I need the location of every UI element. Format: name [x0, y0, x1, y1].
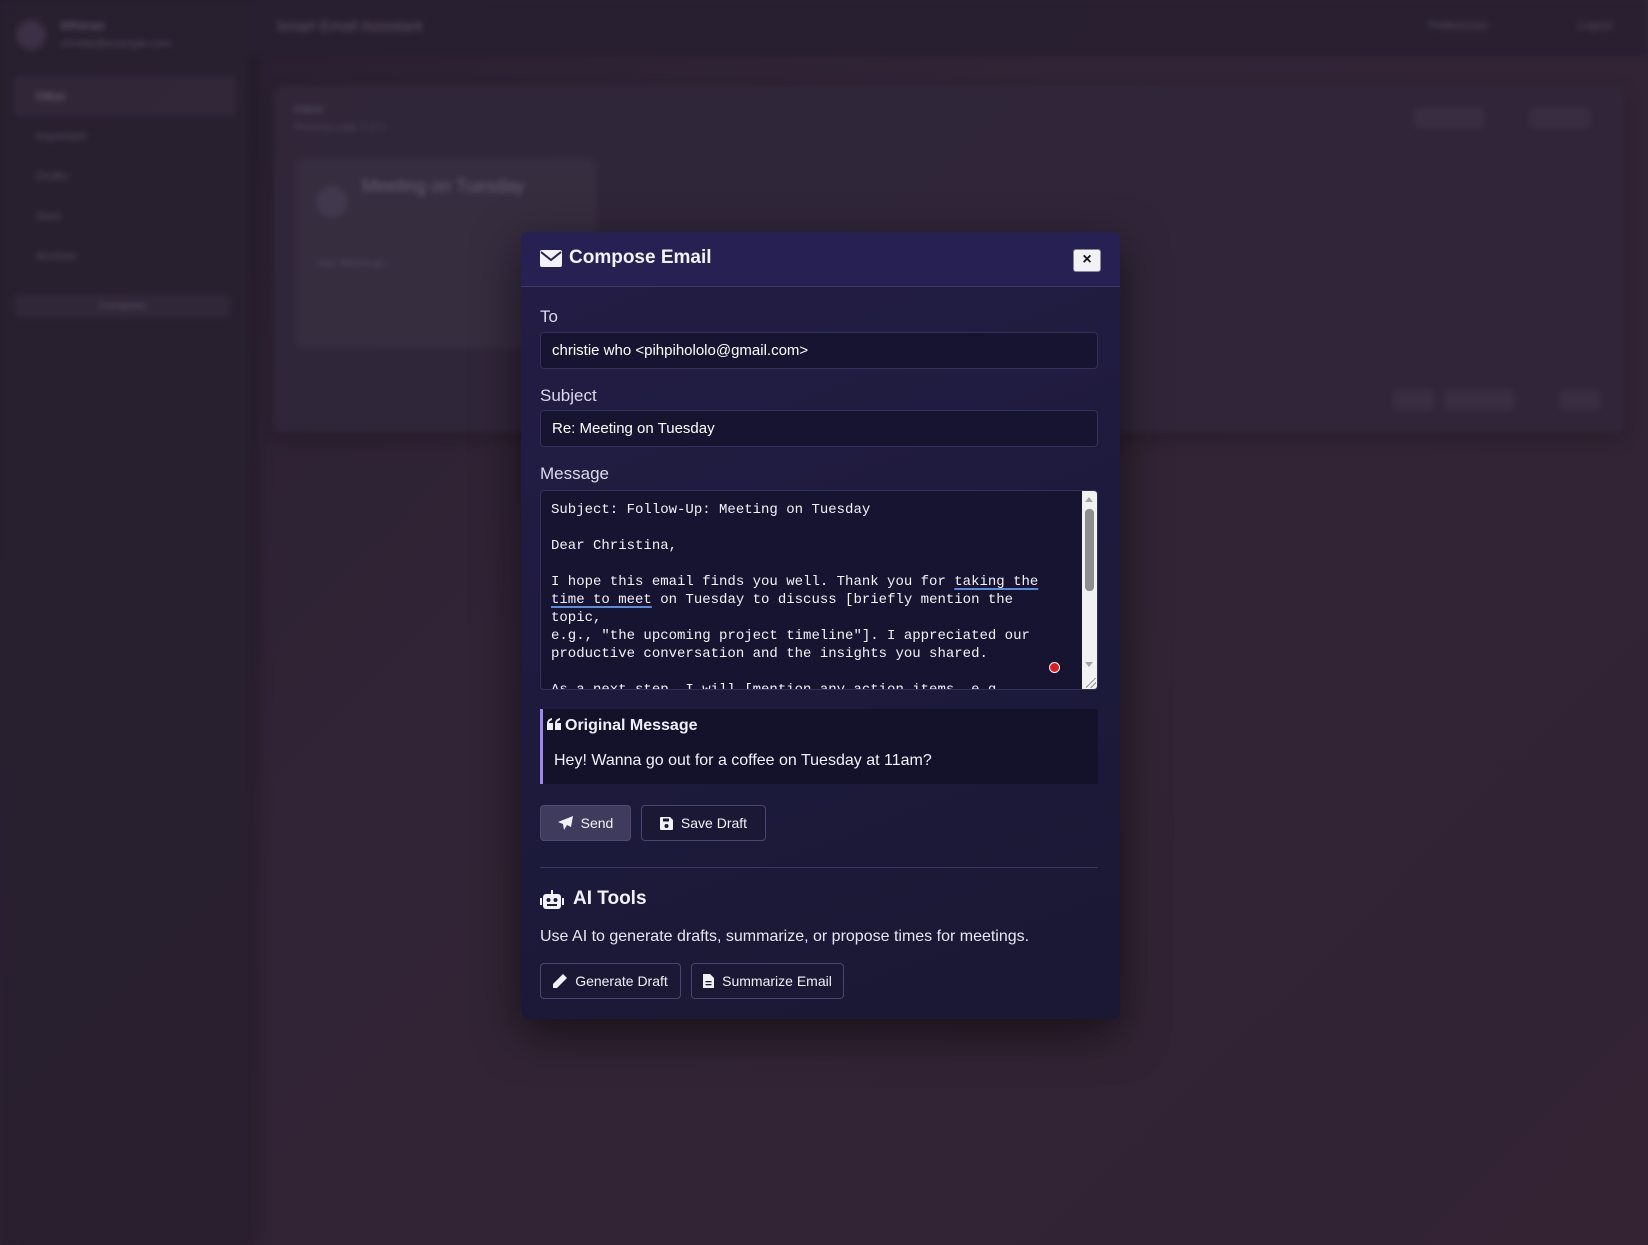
message-subject-line: Subject: Follow-Up: Meeting on Tuesday	[551, 502, 871, 518]
resize-handle[interactable]	[1086, 678, 1096, 688]
robot-icon	[540, 890, 564, 909]
save-draft-label: Save Draft	[680, 815, 748, 831]
message-scrollbar[interactable]	[1082, 491, 1097, 689]
document-icon	[703, 974, 715, 988]
close-button[interactable]: ×	[1073, 249, 1101, 272]
grammar-suggestion[interactable]: taking the	[954, 574, 1038, 590]
save-icon	[659, 816, 673, 830]
message-textarea[interactable]: Subject: Follow-Up: Meeting on Tuesday D…	[540, 490, 1098, 690]
grammar-indicator-icon[interactable]	[1049, 662, 1060, 673]
divider	[540, 867, 1098, 868]
send-icon	[557, 816, 573, 830]
modal-title: Compose Email	[569, 247, 712, 268]
compose-modal: Compose Email × To christie who <pihpiho…	[521, 232, 1120, 1019]
scroll-thumb[interactable]	[1085, 509, 1094, 591]
subject-label: Subject	[540, 386, 597, 405]
original-message-body: Hey! Wanna go out for a coffee on Tuesda…	[554, 752, 932, 769]
original-message: Original Message Hey! Wanna go out for a…	[540, 709, 1098, 784]
message-paragraph-1a: I hope this email finds you well. Thank …	[551, 574, 955, 590]
save-draft-button[interactable]: Save Draft	[641, 805, 766, 841]
envelope-icon	[540, 250, 562, 267]
message-body: Subject: Follow-Up: Meeting on Tuesday D…	[551, 501, 1071, 690]
ai-tools-title: AI Tools	[573, 888, 647, 909]
modal-header: Compose Email ×	[521, 232, 1120, 287]
to-field[interactable]: christie who <pihpihololo@gmail.com>	[540, 332, 1098, 369]
message-greeting: Dear Christina,	[551, 538, 678, 554]
scroll-down-arrow-icon[interactable]	[1085, 662, 1093, 667]
grammar-suggestion[interactable]: time to meet	[551, 592, 652, 608]
pencil-icon	[553, 974, 568, 988]
generate-draft-button[interactable]: Generate Draft	[540, 963, 681, 999]
quote-icon	[547, 718, 561, 730]
generate-draft-label: Generate Draft	[575, 973, 668, 989]
summarize-email-button[interactable]: Summarize Email	[691, 963, 844, 999]
subject-field[interactable]: Re: Meeting on Tuesday	[540, 410, 1098, 447]
original-message-title: Original Message	[565, 717, 698, 734]
send-button[interactable]: Send	[540, 805, 631, 841]
summarize-email-label: Summarize Email	[722, 973, 832, 989]
ai-tools-description: Use AI to generate drafts, summarize, or…	[540, 928, 1030, 945]
scroll-up-arrow-icon[interactable]	[1085, 497, 1093, 502]
message-label: Message	[540, 464, 609, 483]
to-label: To	[540, 307, 558, 326]
send-label: Send	[580, 815, 614, 831]
message-paragraph-2: As a next step, I will [mention any acti…	[551, 682, 1014, 690]
